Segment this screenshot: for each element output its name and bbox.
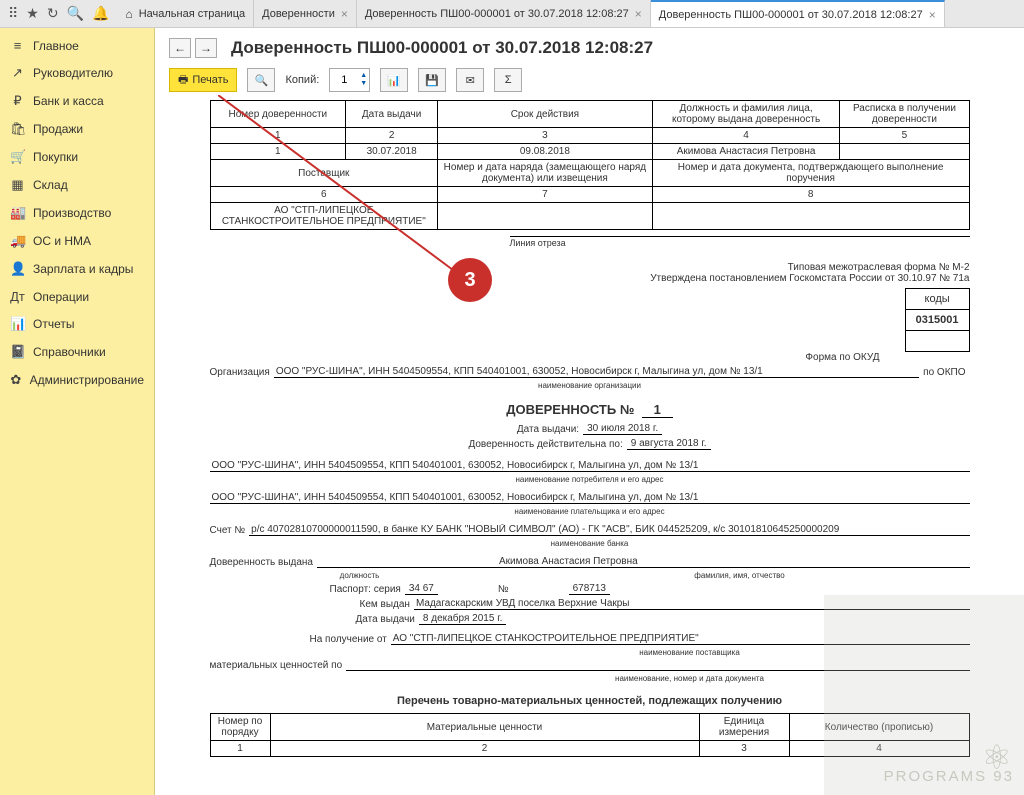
form-meta: Утверждена постановлением Госкомстата Ро… [210,273,970,284]
bag-icon: 🛍 [10,121,25,137]
org-value: ООО "РУС-ШИНА", ИНН 5404509554, КПП 5404… [274,366,919,378]
star-icon[interactable]: ★ [26,5,39,22]
email-button[interactable]: ✉ [456,68,484,92]
tab-list[interactable]: Доверенности × [254,0,357,27]
sidebar-item-main[interactable]: ≡ Главное [0,32,154,59]
copies-stepper[interactable]: ▲▼ [329,68,370,92]
org-label: Организация [210,367,274,378]
sidebar-item-purchases[interactable]: 🛒 Покупки [0,143,154,171]
person-icon: 👤 [10,261,25,277]
tab-doc1[interactable]: Доверенность ПШ00-000001 от 30.07.2018 1… [357,0,651,27]
top-bar: ⠿ ★ ↻ 🔍 🔔 ⌂ Начальная страница Довереннос… [0,0,1024,28]
printer-icon: 🖶 [178,71,188,90]
export-button[interactable]: 📊 [380,68,408,92]
system-icons: ⠿ ★ ↻ 🔍 🔔 [0,0,117,27]
forward-button[interactable]: → [195,38,217,58]
sidebar: ≡ Главное ↗ Руководителю ₽ Банк и касса 🛍 Пр… [0,28,155,795]
sidebar-item-label: Продажи [33,122,83,136]
sidebar-item-label: ОС и НМА [33,234,91,248]
sidebar-item-operations[interactable]: Дт Операции [0,283,154,310]
cut-line: Линия отреза [510,236,970,248]
codes-box: коды0315001 [905,288,970,352]
sidebar-item-admin[interactable]: ✿ Администрирование [0,366,154,394]
print-label: Печать [192,74,228,86]
page-title: Доверенность ПШ00-000001 от 30.07.2018 1… [231,38,653,58]
bars-icon: 📊 [10,316,25,332]
truck-icon: 🚚 [10,233,25,249]
sidebar-item-label: Производство [33,206,111,220]
issue-date: 30 июля 2018 г. [583,423,662,435]
sidebar-item-label: Склад [33,178,68,192]
ruble-icon: ₽ [10,93,25,109]
sidebar-item-label: Операции [33,290,89,304]
voucher-summary-table: Номер доверенностиДата выдачиСрок действ… [210,100,970,230]
sidebar-item-salary[interactable]: 👤 Зарплата и кадры [0,255,154,283]
sidebar-item-production[interactable]: 🏭 Производство [0,199,154,227]
callout-badge: 3 [448,258,492,302]
gear-icon: ✿ [10,372,22,388]
logo-icon: ⚛ [884,748,1014,768]
passport-series: 34 67 [405,583,438,595]
doc-header: ДОВЕРЕННОСТЬ № [506,402,634,417]
sidebar-item-sales[interactable]: 🛍 Продажи [0,115,154,143]
book-icon: 📓 [10,344,25,360]
menu-icon: ≡ [10,38,25,53]
search-icon[interactable]: 🔍 [67,5,84,22]
consumer: ООО "РУС-ШИНА", ИНН 5404509554, КПП 5404… [210,460,970,472]
sidebar-item-assets[interactable]: 🚚 ОС и НМА [0,227,154,255]
tab-label: Доверенность ПШ00-000001 от 30.07.2018 1… [659,9,923,21]
okpo-label: по ОКПО [919,367,969,378]
sidebar-item-label: Администрирование [30,373,144,387]
tab-label: Доверенность ПШ00-000001 от 30.07.2018 1… [365,8,629,20]
close-icon[interactable]: × [341,7,348,21]
bank-account: р/с 40702810700000011590, в банке КУ БАН… [249,524,969,536]
back-button[interactable]: ← [169,38,191,58]
print-button[interactable]: 🖶 Печать [169,68,237,92]
tab-home[interactable]: ⌂ Начальная страница [117,0,254,27]
sidebar-item-label: Зарплата и кадры [33,262,133,276]
home-icon: ⌂ [125,7,132,21]
close-icon[interactable]: × [929,8,936,22]
copies-input[interactable] [330,74,358,86]
tabs: ⌂ Начальная страница Доверенности × Довере… [117,0,1024,27]
copies-label: Копий: [285,74,319,86]
sidebar-item-label: Главное [33,39,79,53]
sidebar-item-label: Отчеты [33,317,74,331]
sum-button[interactable]: Σ [494,68,522,92]
watermark: ⚛PROGRAMS 93 [884,748,1014,785]
bell-icon[interactable]: 🔔 [92,5,109,22]
payer: ООО "РУС-ШИНА", ИНН 5404509554, КПП 5404… [210,492,970,504]
grid-icon: ▦ [10,177,25,193]
save-button[interactable]: 💾 [418,68,446,92]
form-meta: Типовая межотраслевая форма № М-2 [210,262,970,273]
valid-until: 9 августа 2018 г. [627,438,711,450]
chart-icon: ↗ [10,65,25,81]
tab-label: Начальная страница [139,8,245,20]
sidebar-item-catalogs[interactable]: 📓 Справочники [0,338,154,366]
history-icon[interactable]: ↻ [47,5,59,22]
tab-doc2[interactable]: Доверенность ПШ00-000001 от 30.07.2018 1… [651,0,945,27]
cart-icon: 🛒 [10,149,25,165]
dtkt-icon: Дт [10,289,25,304]
sidebar-item-label: Покупки [33,150,78,164]
sidebar-item-label: Банк и касса [33,94,104,108]
person-name: Акимова Анастасия Петровна [497,556,970,568]
sidebar-item-bank[interactable]: ₽ Банк и касса [0,87,154,115]
tab-label: Доверенности [262,8,335,20]
passport-date: 8 декабря 2015 г. [419,613,507,625]
sidebar-item-reports[interactable]: 📊 Отчеты [0,310,154,338]
sidebar-item-label: Руководителю [33,66,113,80]
preview-button[interactable]: 🔍 [247,68,275,92]
sidebar-item-label: Справочники [33,345,106,359]
sidebar-item-manager[interactable]: ↗ Руководителю [0,59,154,87]
okud-label: Форма по ОКУД [805,352,879,363]
passport-number: 678713 [569,583,610,595]
doc-number: 1 [642,402,673,418]
toolbar: 🖶 Печать 🔍 Копий: ▲▼ 📊 💾 ✉ Σ [155,64,1024,100]
apps-icon[interactable]: ⠿ [8,5,18,22]
close-icon[interactable]: × [635,7,642,21]
factory-icon: 🏭 [10,205,25,221]
sidebar-item-warehouse[interactable]: ▦ Склад [0,171,154,199]
